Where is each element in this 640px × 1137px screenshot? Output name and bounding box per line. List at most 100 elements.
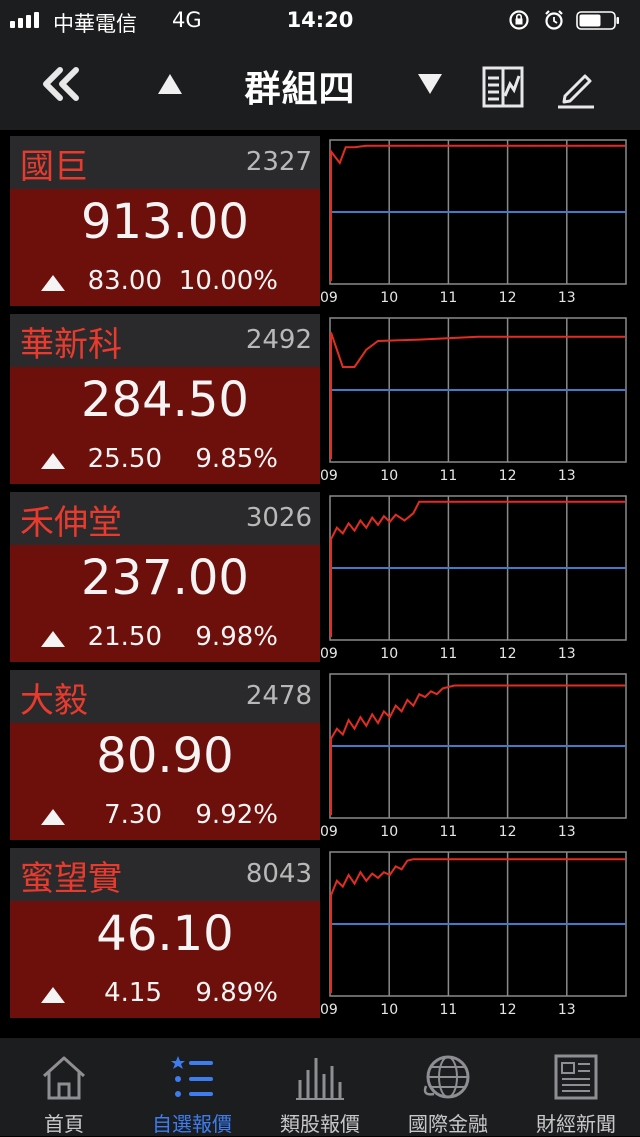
change-percent: 9.89% [195,978,278,1008]
quote-card[interactable]: 蜜望實 8043 46.10 4.15 9.89% 09 10 11 12 13 [10,848,630,1018]
time-tick-label: 12 [499,468,517,484]
home-icon [42,1056,86,1100]
intraday-chart-svg: 09 10 11 12 13 [320,495,627,662]
watchlist-icon [171,1056,213,1097]
stock-code: 8043 [245,859,312,889]
newspaper-icon [554,1054,598,1100]
back-double-chevron-icon[interactable] [40,66,84,102]
change-row: 21.50 9.98% [10,620,320,656]
time-tick-label: 12 [499,290,517,306]
stock-code: 2327 [245,147,312,177]
quote-card[interactable]: 國巨 2327 913.00 83.00 10.00% 09 10 11 12 13 [10,136,630,306]
price-change: 21.50 [87,622,162,652]
last-price: 284.50 [81,372,249,428]
last-price: 80.90 [96,728,234,784]
tab-sector-quotes[interactable]: 類股報價 [256,1038,384,1136]
tab-label: 財經新聞 [536,1112,616,1136]
change-row: 4.15 9.89% [10,976,320,1012]
price-line [330,332,625,460]
price-change: 7.30 [104,800,162,830]
time-tick-label: 12 [499,646,517,662]
change-row: 25.50 9.85% [10,442,320,478]
time-tick-label: 10 [380,646,398,662]
tab-international[interactable]: 國際金融 [384,1038,512,1136]
intraday-chart[interactable]: 09 10 11 12 13 [320,670,630,840]
quote-info-panel[interactable]: 大毅 2478 80.90 7.30 9.92% [10,670,320,840]
time-tick-label: 13 [558,290,576,306]
quote-card[interactable]: 禾伸堂 3026 237.00 21.50 9.98% 09 10 11 12 13 [10,492,630,662]
status-bar: 中華電信 4G 14:20 [0,0,640,40]
tab-home[interactable]: 首頁 [0,1038,128,1136]
time-tick-label: 12 [499,1002,517,1018]
intraday-chart[interactable]: 09 10 11 12 13 [320,492,630,662]
quote-info-panel[interactable]: 國巨 2327 913.00 83.00 10.00% [10,136,320,306]
time-tick-label: 11 [439,468,457,484]
edit-pencil-icon[interactable] [555,64,597,110]
price-line [330,500,625,638]
time-tick-label: 13 [558,1002,576,1018]
change-percent: 9.85% [195,444,278,474]
quote-card[interactable]: 華新科 2492 284.50 25.50 9.85% 09 10 11 12 13 [10,314,630,484]
quote-info-panel[interactable]: 禾伸堂 3026 237.00 21.50 9.98% [10,492,320,662]
quote-header: 國巨 2327 [10,136,320,189]
time-tick-label: 11 [439,290,457,306]
quote-info-panel[interactable]: 華新科 2492 284.50 25.50 9.85% [10,314,320,484]
tab-label: 自選報價 [152,1112,232,1136]
last-price: 237.00 [81,550,249,606]
stock-code: 2478 [245,681,312,711]
time-tick-label: 13 [558,824,576,840]
price-line [330,858,625,994]
intraday-chart[interactable]: 09 10 11 12 13 [320,136,630,306]
time-tick-label: 11 [439,646,457,662]
time-tick-label: 11 [439,824,457,840]
up-arrow-icon [41,275,65,291]
price-line [330,144,625,282]
intraday-chart-svg: 09 10 11 12 13 [320,851,627,1018]
stock-name: 禾伸堂 [20,503,122,543]
intraday-chart[interactable]: 09 10 11 12 13 [320,848,630,1018]
tab-news[interactable]: 財經新聞 [512,1038,640,1136]
last-price: 46.10 [96,906,234,962]
tab-watchlist[interactable]: 自選報價 [128,1038,256,1136]
rotation-lock-icon [509,10,529,30]
next-group-triangle-icon[interactable] [416,72,444,96]
time-tick-label: 11 [439,1002,457,1018]
intraday-chart[interactable]: 09 10 11 12 13 [320,314,630,484]
quote-header: 大毅 2478 [10,670,320,723]
change-row: 7.30 9.92% [10,798,320,834]
page-title[interactable]: 群組四 [200,60,400,112]
intraday-chart-svg: 09 10 11 12 13 [320,139,627,306]
quote-card[interactable]: 大毅 2478 80.90 7.30 9.92% 09 10 11 12 13 [10,670,630,840]
up-arrow-icon [41,631,65,647]
quote-header: 華新科 2492 [10,314,320,367]
time-tick-label: 09 [320,290,338,306]
change-percent: 10.00% [178,266,278,296]
time-tick-label: 12 [499,824,517,840]
quote-list[interactable]: 國巨 2327 913.00 83.00 10.00% 09 10 11 12 13 華… [0,136,640,1038]
time-tick-label: 09 [320,824,338,840]
globe-icon [423,1055,470,1099]
tab-label: 國際金融 [408,1112,488,1136]
time-tick-label: 10 [380,824,398,840]
sector-bars-icon [296,1058,344,1100]
up-arrow-icon [41,987,65,1003]
time-tick-label: 10 [380,290,398,306]
stock-name: 大毅 [20,681,88,721]
tab-label: 類股報價 [280,1112,360,1136]
previous-group-triangle-icon[interactable] [156,72,184,96]
time-tick-label: 09 [320,1002,338,1018]
change-row: 83.00 10.00% [10,264,320,300]
time-tick-label: 09 [320,468,338,484]
chart-layout-icon[interactable] [482,66,524,108]
stock-name: 國巨 [20,147,88,187]
navigation-bar: 群組四 [0,40,640,130]
time-tick-label: 10 [380,1002,398,1018]
quote-info-panel[interactable]: 蜜望實 8043 46.10 4.15 9.89% [10,848,320,1018]
time-tick-label: 10 [380,468,398,484]
alarm-icon [545,10,563,30]
quote-header: 蜜望實 8043 [10,848,320,901]
stock-code: 3026 [245,503,312,533]
tab-bar: 首頁 自選報價 類股報價 國際金融 財經新聞 [0,1038,640,1136]
up-arrow-icon [41,809,65,825]
price-change: 4.15 [104,978,162,1008]
